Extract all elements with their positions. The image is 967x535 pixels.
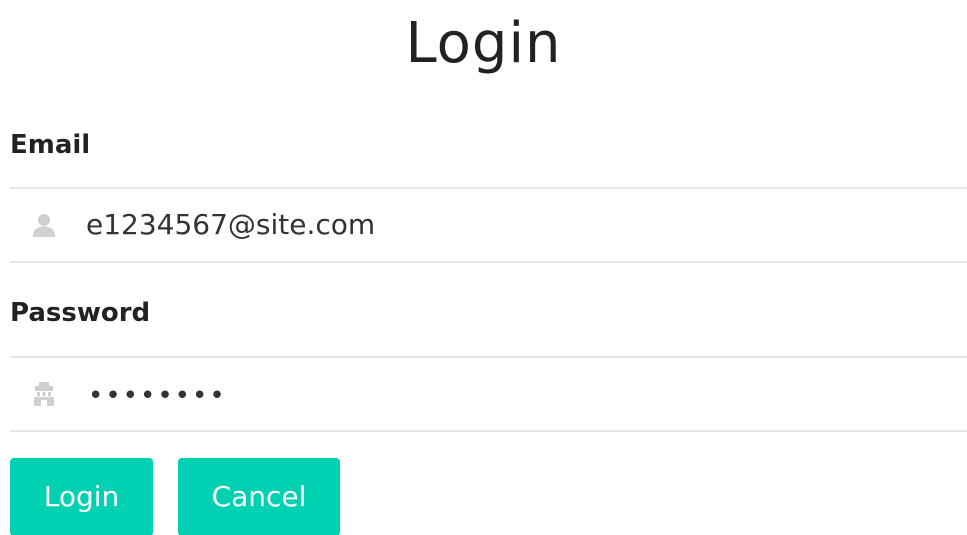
email-value: e1234567@site.com: [86, 208, 376, 241]
email-label: Email: [10, 130, 91, 160]
cancel-button[interactable]: Cancel: [178, 458, 340, 535]
login-page: Login Email e1234567@site.com Password •…: [0, 0, 967, 535]
password-label: Password: [10, 298, 151, 328]
email-field[interactable]: e1234567@site.com: [10, 187, 967, 263]
user-icon: [33, 214, 55, 237]
page-title: Login: [405, 11, 562, 76]
lock-icon: [34, 382, 54, 406]
password-field[interactable]: ••••••••: [10, 356, 967, 432]
password-value: ••••••••: [88, 381, 227, 411]
login-button[interactable]: Login: [10, 458, 153, 535]
